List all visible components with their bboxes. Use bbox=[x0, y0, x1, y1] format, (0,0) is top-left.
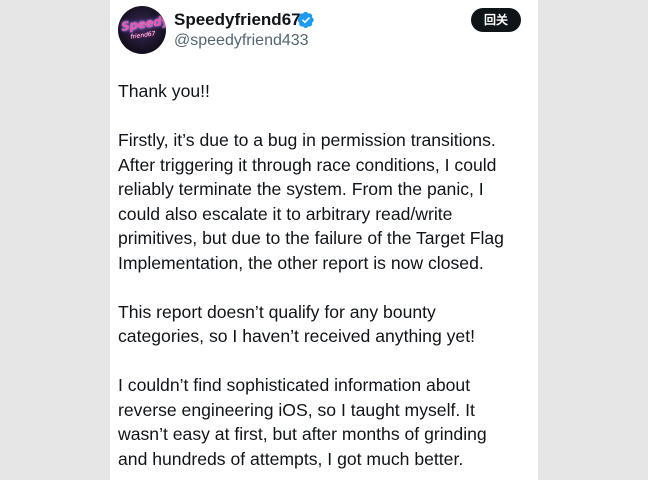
tweet-paragraph: Firstly, it’s due to a bug in permission… bbox=[118, 128, 530, 275]
tweet-line: reverse engineering iOS, so I taught mys… bbox=[118, 399, 475, 420]
tweet-paragraph: Thank you!! bbox=[118, 79, 530, 104]
follow-back-button[interactable]: 回关 bbox=[471, 8, 521, 32]
tweet-line: primitives, but due to the failure of th… bbox=[118, 228, 504, 248]
tweet-line: could also escalate it to arbitrary read… bbox=[118, 203, 453, 224]
tweet-line: Thank you!! bbox=[118, 81, 210, 101]
tweet-line: I couldn’t find sophisticated informatio… bbox=[118, 375, 471, 395]
tweet-line: After triggering it through race conditi… bbox=[118, 154, 497, 175]
author-display-name[interactable]: Speedyfriend67 bbox=[174, 10, 301, 30]
tweet-paragraph: This report doesn’t qualify for any boun… bbox=[118, 300, 530, 349]
tweet-line: reliably terminate the system. From the … bbox=[118, 179, 484, 199]
tweet-card: Speedy friend67 Speedyfriend67 @speedyfr… bbox=[110, 0, 538, 480]
tweet-paragraph: I couldn’t find sophisticated informatio… bbox=[118, 373, 530, 471]
avatar[interactable]: Speedy friend67 bbox=[118, 6, 166, 54]
page: Speedy friend67 Speedyfriend67 @speedyfr… bbox=[0, 0, 648, 480]
verified-badge-icon bbox=[297, 11, 314, 29]
tweet-line: Implementation, the other report is now … bbox=[118, 252, 484, 273]
tweet-line: This report doesn’t qualify for any boun… bbox=[118, 301, 436, 322]
tweet-line: wasn’t easy at first, but after months o… bbox=[118, 424, 487, 444]
tweet-line: categories, so I haven’t received anythi… bbox=[118, 326, 475, 346]
tweet-line: Firstly, it’s due to a bug in permission… bbox=[118, 130, 496, 150]
tweet-line: and hundreds of attempts, I got much bet… bbox=[118, 448, 464, 469]
author-handle[interactable]: @speedyfriend433 bbox=[174, 31, 309, 51]
tweet-text: Thank you!! Firstly, it’s due to a bug in… bbox=[118, 79, 530, 480]
